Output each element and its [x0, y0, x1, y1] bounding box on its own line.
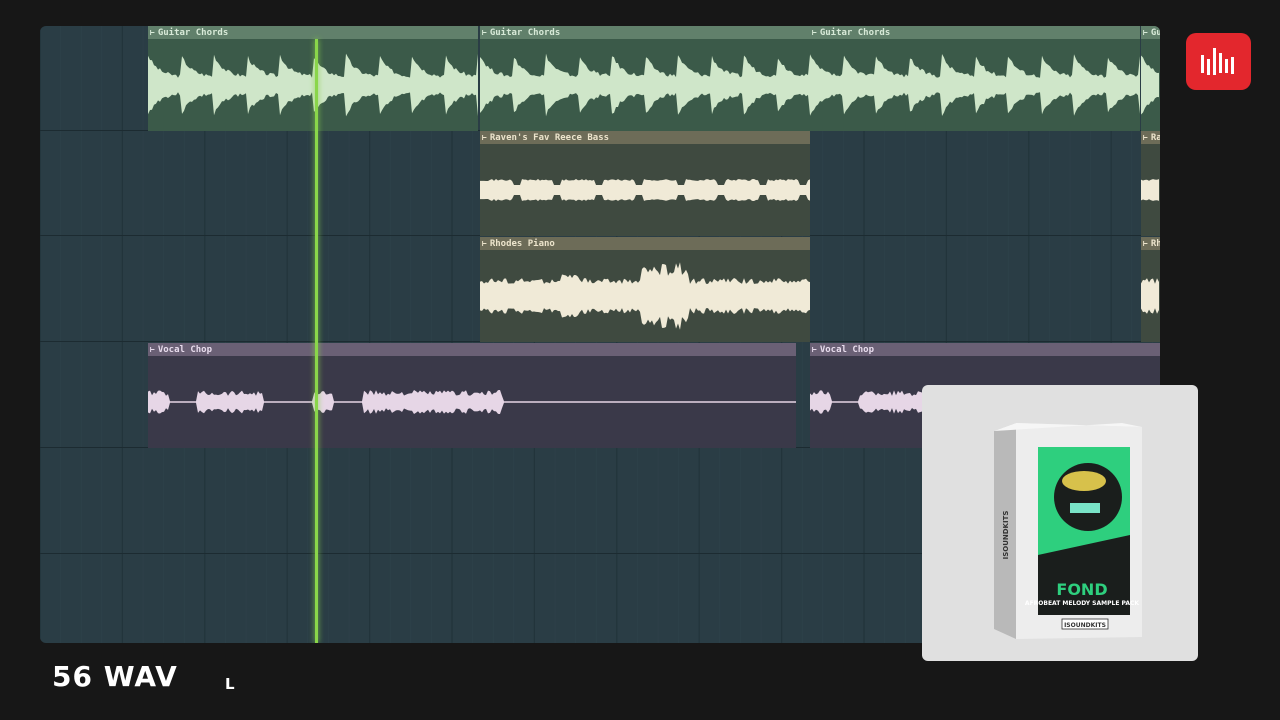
clip-label: Ra [1150, 133, 1160, 143]
waveform-shape [810, 54, 1140, 116]
waveform-shape [1141, 55, 1159, 115]
waveform [1141, 179, 1159, 201]
waveform [480, 53, 810, 117]
waveform [148, 390, 796, 414]
clip-arrow-icon: ⊢ [482, 28, 487, 37]
waveform-shape [1141, 278, 1159, 314]
clip-guitar-chords-3[interactable]: ⊢ Guitar Chords [810, 26, 1140, 131]
waveform [1141, 278, 1159, 314]
clip-guitar-chords-1[interactable]: ⊢ Guitar Chords [148, 26, 478, 131]
waveform [810, 54, 1140, 116]
product-subtitle: AFROBEAT MELODY SAMPLE PACK [1025, 600, 1139, 607]
clip-arrow-icon: ⊢ [1143, 239, 1148, 248]
waveform-shape [148, 390, 796, 414]
waveform-shape [1141, 179, 1159, 201]
clip-rhodes-piano-1[interactable]: ⊢ Rhodes Piano [480, 237, 810, 342]
sound-bars-icon [1201, 48, 1234, 75]
waveform-shape [480, 262, 810, 330]
waveform [148, 53, 478, 117]
product-title: FOND [1056, 580, 1107, 599]
clip-guitar-chords-4[interactable]: ⊢ Gu [1141, 26, 1160, 131]
waveform [480, 179, 810, 201]
waveform [1141, 55, 1159, 115]
clip-arrow-icon: ⊢ [482, 239, 487, 248]
clip-arrow-icon: ⊢ [482, 133, 487, 142]
clip-arrow-icon: ⊢ [812, 28, 817, 37]
product-brand-bottom: ISOUNDKITS [1064, 622, 1106, 629]
product-box-image: FOND AFROBEAT MELODY SAMPLE PACK ISOUNDK… [994, 423, 1142, 639]
track-row-2: ⊢ Raven's Fav Reece Bass ⊢ Ra [40, 131, 1160, 236]
clip-arrow-icon: ⊢ [1143, 133, 1148, 142]
waveform-shape [148, 53, 478, 117]
playhead[interactable] [315, 39, 318, 643]
clip-reece-bass-2[interactable]: ⊢ Ra [1141, 131, 1160, 236]
track-row-3: ⊢ Rhodes Piano ⊢ Rh [40, 237, 1160, 342]
logo-button[interactable] [1186, 33, 1251, 90]
clip-label: Vocal Chop [819, 345, 875, 355]
clip-rhodes-piano-2[interactable]: ⊢ Rh [1141, 237, 1160, 342]
clip-arrow-icon: ⊢ [150, 345, 155, 354]
clip-label: Rhodes Piano [489, 239, 555, 249]
clip-arrow-icon: ⊢ [812, 345, 817, 354]
clip-arrow-icon: ⊢ [1143, 28, 1148, 37]
clip-label: Gu [1150, 28, 1160, 38]
clip-arrow-icon: ⊢ [150, 28, 155, 37]
product-brand-top: ISOUNDKITS [1002, 511, 1010, 560]
waveform-shape [480, 179, 810, 201]
footer-count-label: 56 WAV [52, 660, 178, 693]
clip-guitar-chords-2[interactable]: ⊢ Guitar Chords [480, 26, 810, 131]
clip-vocal-chop-1[interactable]: ⊢ Vocal Chop [148, 343, 796, 448]
waveform-shape [480, 53, 810, 117]
clip-label: Guitar Chords [489, 28, 561, 38]
footer-suffix: L [225, 675, 235, 693]
clip-label: Guitar Chords [157, 28, 229, 38]
waveform [480, 262, 810, 330]
clip-label: Guitar Chords [819, 28, 891, 38]
clip-label: Raven's Fav Reece Bass [489, 133, 610, 143]
product-card: FOND AFROBEAT MELODY SAMPLE PACK ISOUNDK… [922, 385, 1198, 661]
track-row-1: ⊢ Guitar Chords ⊢ Guitar Chords ⊢ Guitar Ch… [40, 26, 1160, 131]
clip-label: Rh [1150, 239, 1160, 249]
clip-label: Vocal Chop [157, 345, 213, 355]
clip-reece-bass-1[interactable]: ⊢ Raven's Fav Reece Bass [480, 131, 810, 236]
